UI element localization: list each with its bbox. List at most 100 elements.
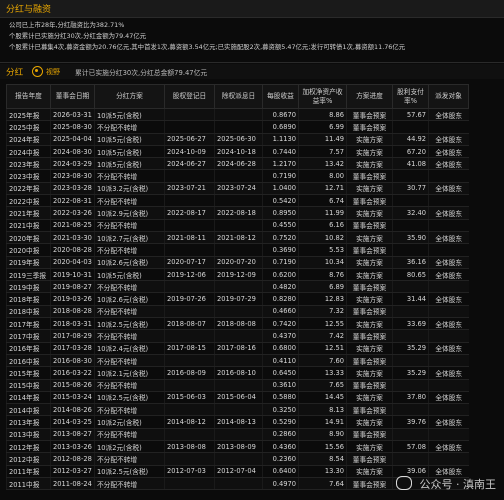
column-header[interactable]: 分红方案 [94, 84, 165, 109]
column-header[interactable]: 股权登记日 [164, 84, 215, 109]
table-cell [214, 379, 263, 392]
table-header-row: 报告年度 董事会日期 分红方案 股权登记日 除权派息日 每股收益 加权净资产收益率% 方案进度… [6, 84, 469, 109]
table-cell: 实施方案 [346, 342, 393, 355]
table-cell: 2018-08-28 [50, 305, 95, 319]
summary-line: 个股累计已实施分红30次,分红金额为79.47亿元 [9, 32, 147, 41]
table-cell: 2024-08-30 [50, 145, 95, 159]
table-cell: 全体股东 [428, 145, 469, 159]
table-cell: 2014-08-12 [164, 415, 215, 429]
view-toggle[interactable]: 视野 [46, 67, 60, 77]
table-cell: 2023中报 [6, 169, 51, 183]
watermark-text: 公众号 · 滇南王 [419, 478, 497, 491]
table-cell: 35.29 [392, 366, 429, 380]
table-row[interactable]: 2025年报 2026-03-31 10派5元(含税) 0.8670 8.86 董事会预案… [6, 108, 469, 122]
table-row[interactable]: 2024中报 2024-08-30 10派5元(含税) 2024-10-09 2024-… [6, 145, 469, 159]
table-cell: 10派3.2元(含税) [94, 182, 165, 196]
table-row[interactable]: 2014年报 2015-03-24 10派2.5元(含税) 2015-06-03 201… [6, 391, 469, 405]
table-cell [392, 169, 429, 183]
table-cell: 0.4550 [262, 219, 299, 232]
column-header[interactable]: 股利支付率% [392, 84, 429, 109]
table-cell: 董事会预案 [346, 280, 393, 294]
table-cell: 1.1130 [262, 133, 299, 146]
table-cell: 7.32 [298, 305, 347, 319]
table-row[interactable]: 2024年报 2025-04-04 10派5元(含税) 2025-06-27 2025-… [6, 133, 469, 146]
table-row[interactable]: 2017年报 2018-03-31 10派2.5元(含税) 2018-08-07 201… [6, 317, 469, 331]
table-row[interactable]: 2019年报 2020-04-03 10派2.6元(含税) 2020-07-17 202… [6, 256, 469, 269]
table-cell: 2019-10-31 [50, 268, 95, 282]
table-cell: 实施方案 [346, 133, 393, 146]
table-row[interactable]: 2022年报 2023-03-28 10派3.2元(含税) 2023-07-21 202… [6, 182, 469, 196]
table-row[interactable]: 2017中报 2017-08-29 不分配不转增 0.4370 7.42 董事会预案 [6, 329, 469, 343]
table-row[interactable]: 2012年报 2013-03-26 10派2元(含税) 2013-08-08 2013-… [6, 440, 469, 454]
table-row[interactable]: 2019中报 2019-08-27 不分配不转增 0.4820 6.89 董事会预案 [6, 280, 469, 294]
table-cell: 不分配不转增 [94, 428, 165, 442]
table-cell: 不分配不转增 [94, 354, 165, 368]
table-cell [214, 169, 263, 183]
table-cell: 2013-08-08 [164, 440, 215, 454]
table-row[interactable]: 2014中报 2014-08-26 不分配不转增 0.3250 8.13 董事会预案 [6, 403, 469, 417]
column-header[interactable]: 方案进度 [346, 84, 393, 109]
table-cell [214, 243, 263, 257]
column-header[interactable]: 每股收益 [262, 84, 299, 109]
table-cell [392, 379, 429, 392]
table-row[interactable]: 2016年报 2017-03-28 10派2.4元(含税) 2017-08-15 201… [6, 342, 469, 355]
watermark: 公众号 · 滇南王 [396, 476, 496, 492]
table-cell [392, 305, 429, 319]
table-cell [164, 452, 215, 466]
table-cell: 8.54 [298, 452, 347, 466]
table-cell [428, 169, 469, 183]
table-cell: 10派2.7元(含税) [94, 231, 165, 245]
table-cell: 0.6800 [262, 342, 299, 355]
table-row[interactable]: 2015年报 2016-03-22 10派2.1元(含税) 2016-08-09 201… [6, 366, 469, 380]
table-row[interactable]: 2021年报 2022-03-26 10派2.9元(含税) 2022-08-17 202… [6, 206, 469, 220]
table-cell: 2022-08-17 [164, 206, 215, 220]
column-header[interactable]: 加权净资产收益率% [298, 84, 347, 109]
table-row[interactable]: 2013年报 2014-03-25 10派2元(含税) 2014-08-12 2014-… [6, 415, 469, 429]
table-cell [214, 452, 263, 466]
table-row[interactable]: 2023年报 2024-03-29 10派5元(含税) 2024-06-27 2024-… [6, 157, 469, 171]
table-row[interactable]: 2019三季报 2019-10-31 10派5元(含税) 2019-12-06 2019… [6, 268, 469, 282]
table-cell: 57.67 [392, 108, 429, 122]
table-row[interactable]: 2015中报 2015-08-26 不分配不转增 0.3610 7.65 董事会预案 [6, 379, 469, 392]
table-cell: 2024-06-28 [214, 157, 263, 171]
table-row[interactable]: 2018中报 2018-08-28 不分配不转增 0.4660 7.32 董事会预案 [6, 305, 469, 319]
table-cell: 2015-08-26 [50, 379, 95, 392]
column-header[interactable]: 派发对象 [428, 84, 469, 109]
table-cell: 12.71 [298, 182, 347, 196]
column-header[interactable]: 除权派息日 [214, 84, 263, 109]
table-cell: 2024-03-29 [50, 157, 95, 171]
table-row[interactable]: 2012中报 2012-08-28 不分配不转增 0.2360 8.54 董事会预案 [6, 452, 469, 466]
table-cell: 2022-08-31 [50, 194, 95, 208]
table-cell [428, 452, 469, 466]
table-row[interactable]: 2020中报 2020-08-28 不分配不转增 0.3690 5.53 董事会预案 [6, 243, 469, 257]
table-cell [392, 194, 429, 208]
table-row[interactable]: 2025中报 2025-08-30 不分配不转增 0.6890 6.99 董事会预案 [6, 120, 469, 134]
table-cell: 12.83 [298, 292, 347, 306]
table-cell: 董事会预案 [346, 194, 393, 208]
table-cell: 2021中报 [6, 219, 51, 232]
table-row[interactable]: 2013中报 2013-08-27 不分配不转增 0.2860 8.90 董事会预案 [6, 428, 469, 442]
table-cell [164, 120, 215, 134]
column-header[interactable]: 董事会日期 [50, 84, 95, 109]
table-cell: 2016-08-10 [214, 366, 263, 380]
table-row[interactable]: 2021中报 2021-08-25 不分配不转增 0.4550 6.16 董事会预案 [6, 219, 469, 232]
column-header[interactable]: 报告年度 [6, 84, 51, 109]
table-row[interactable]: 2020年报 2021-03-30 10派2.7元(含税) 2021-08-11 202… [6, 231, 469, 245]
table-cell: 1.0400 [262, 182, 299, 196]
table-cell: 2019-07-29 [214, 292, 263, 306]
table-row[interactable]: 2022中报 2022-08-31 不分配不转增 0.5420 6.74 董事会预案 [6, 194, 469, 208]
divider [0, 62, 504, 63]
table-row[interactable]: 2023中报 2023-08-30 不分配不转增 0.7190 8.00 董事会预案 [6, 169, 469, 183]
eye-icon[interactable] [32, 66, 43, 77]
table-row[interactable]: 2016中报 2016-08-30 不分配不转增 0.4110 7.60 董事会预案 [6, 354, 469, 368]
table-cell: 实施方案 [346, 256, 393, 269]
table-cell: 实施方案 [346, 465, 393, 478]
table-cell [164, 169, 215, 183]
table-cell: 2019-07-26 [164, 292, 215, 306]
table-cell [214, 354, 263, 368]
table-row[interactable]: 2018年报 2019-03-26 10派2.6元(含税) 2019-07-26 201… [6, 292, 469, 306]
table-cell: 0.8670 [262, 108, 299, 122]
table-cell [214, 477, 263, 491]
table-cell: 2011中报 [6, 477, 51, 491]
table-cell [392, 329, 429, 343]
